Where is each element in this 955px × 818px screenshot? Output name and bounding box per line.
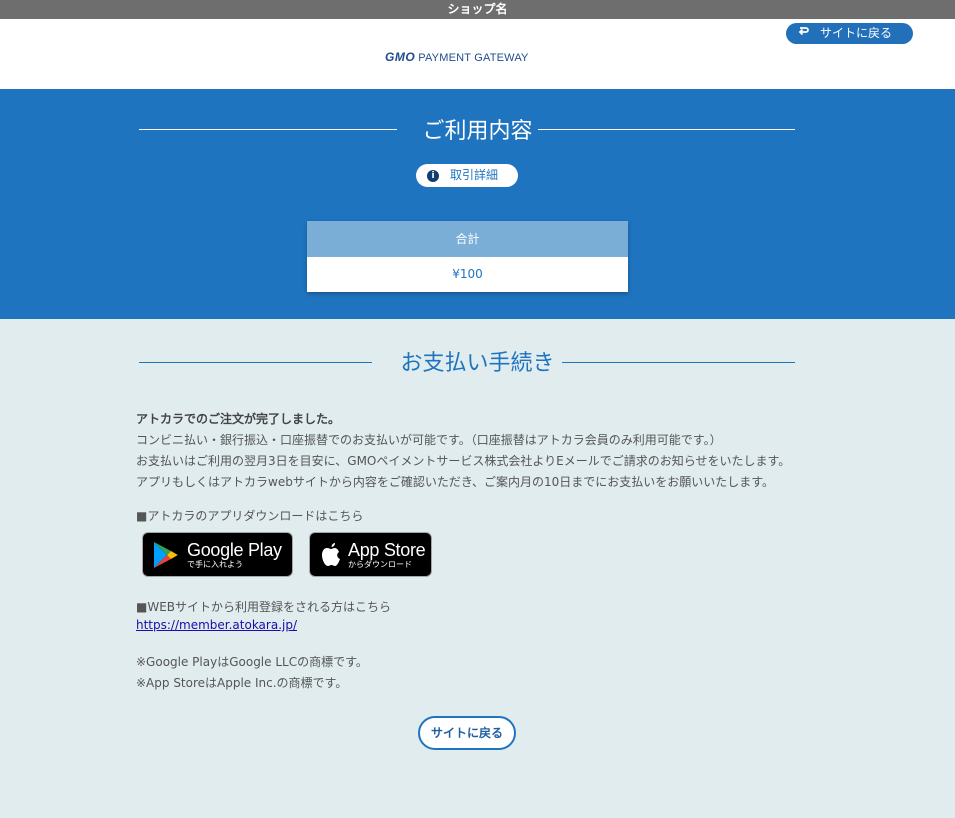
trademark-note: ※Google PlayはGoogle LLCの商標です。 [136, 655, 368, 669]
order-complete-text: アトカラでのご注文が完了しました。 [136, 412, 341, 426]
usage-summary-section: ご利用内容 i 取引詳細 合計 ¥100 [0, 89, 955, 319]
gmo-logo: GMO PAYMENT GATEWAY [385, 50, 529, 64]
app-store-badge[interactable]: App Store からダウンロード [309, 532, 432, 577]
shop-name: ショップ名 [447, 2, 508, 16]
app-store-sublabel: からダウンロード [348, 559, 412, 569]
shop-name-bar: ショップ名 [0, 0, 955, 19]
instruction-line: お支払いはご利用の翌月3日を目安に、GMOペイメントサービス株式会社よりEメール… [136, 454, 791, 468]
summary-title: ご利用内容 [422, 119, 533, 144]
back-to-site-label: サイトに戻る [820, 26, 893, 40]
trademark-notes: ※Google PlayはGoogle LLCの商標です。 ※App Store… [136, 652, 368, 694]
logo-gmo: GMO [385, 50, 416, 64]
total-box: 合計 ¥100 [307, 221, 628, 292]
app-store-label: App Store [348, 539, 426, 560]
google-play-badge[interactable]: Google Play で手に入れよう [142, 532, 293, 577]
back-to-site-button-bottom[interactable]: サイトに戻る [418, 716, 516, 750]
web-registration-heading: ■WEBサイトから利用登録をされる方はこちら [136, 600, 392, 614]
transaction-detail-label: 取引詳細 [450, 168, 499, 182]
back-to-site-button-top[interactable]: サイトに戻る [786, 23, 913, 44]
trademark-note: ※App StoreはApple Inc.の商標です。 [136, 676, 348, 690]
instruction-line: アプリもしくはアトカラwebサイトから内容をご確認いただき、ご案内月の10日まで… [136, 475, 775, 489]
member-site-link[interactable]: https://member.atokara.jp/ [136, 618, 297, 632]
payment-title: お支払い手続き [400, 351, 555, 376]
app-download-heading: ■アトカラのアプリダウンロードはこちら [136, 509, 364, 523]
return-arrow-icon [786, 23, 820, 44]
google-play-label: Google Play [187, 539, 282, 560]
payment-instructions: アトカラでのご注文が完了しました。 コンビニ払い・銀行振込・口座振替でのお支払い… [136, 409, 836, 493]
info-icon: i [427, 169, 439, 182]
transaction-detail-button[interactable]: i 取引詳細 [416, 164, 518, 187]
logo-text: PAYMENT GATEWAY [418, 52, 529, 64]
instruction-line: コンビニ払い・銀行振込・口座振替でのお支払いが可能です。（口座振替はアトカラ会員… [136, 433, 722, 447]
apple-icon [320, 542, 342, 568]
google-play-sublabel: で手に入れよう [187, 559, 243, 569]
total-value: ¥100 [307, 257, 628, 292]
total-label: 合計 [307, 221, 628, 257]
google-play-icon [153, 541, 179, 569]
header: GMO PAYMENT GATEWAY サイトに戻る [0, 19, 955, 89]
